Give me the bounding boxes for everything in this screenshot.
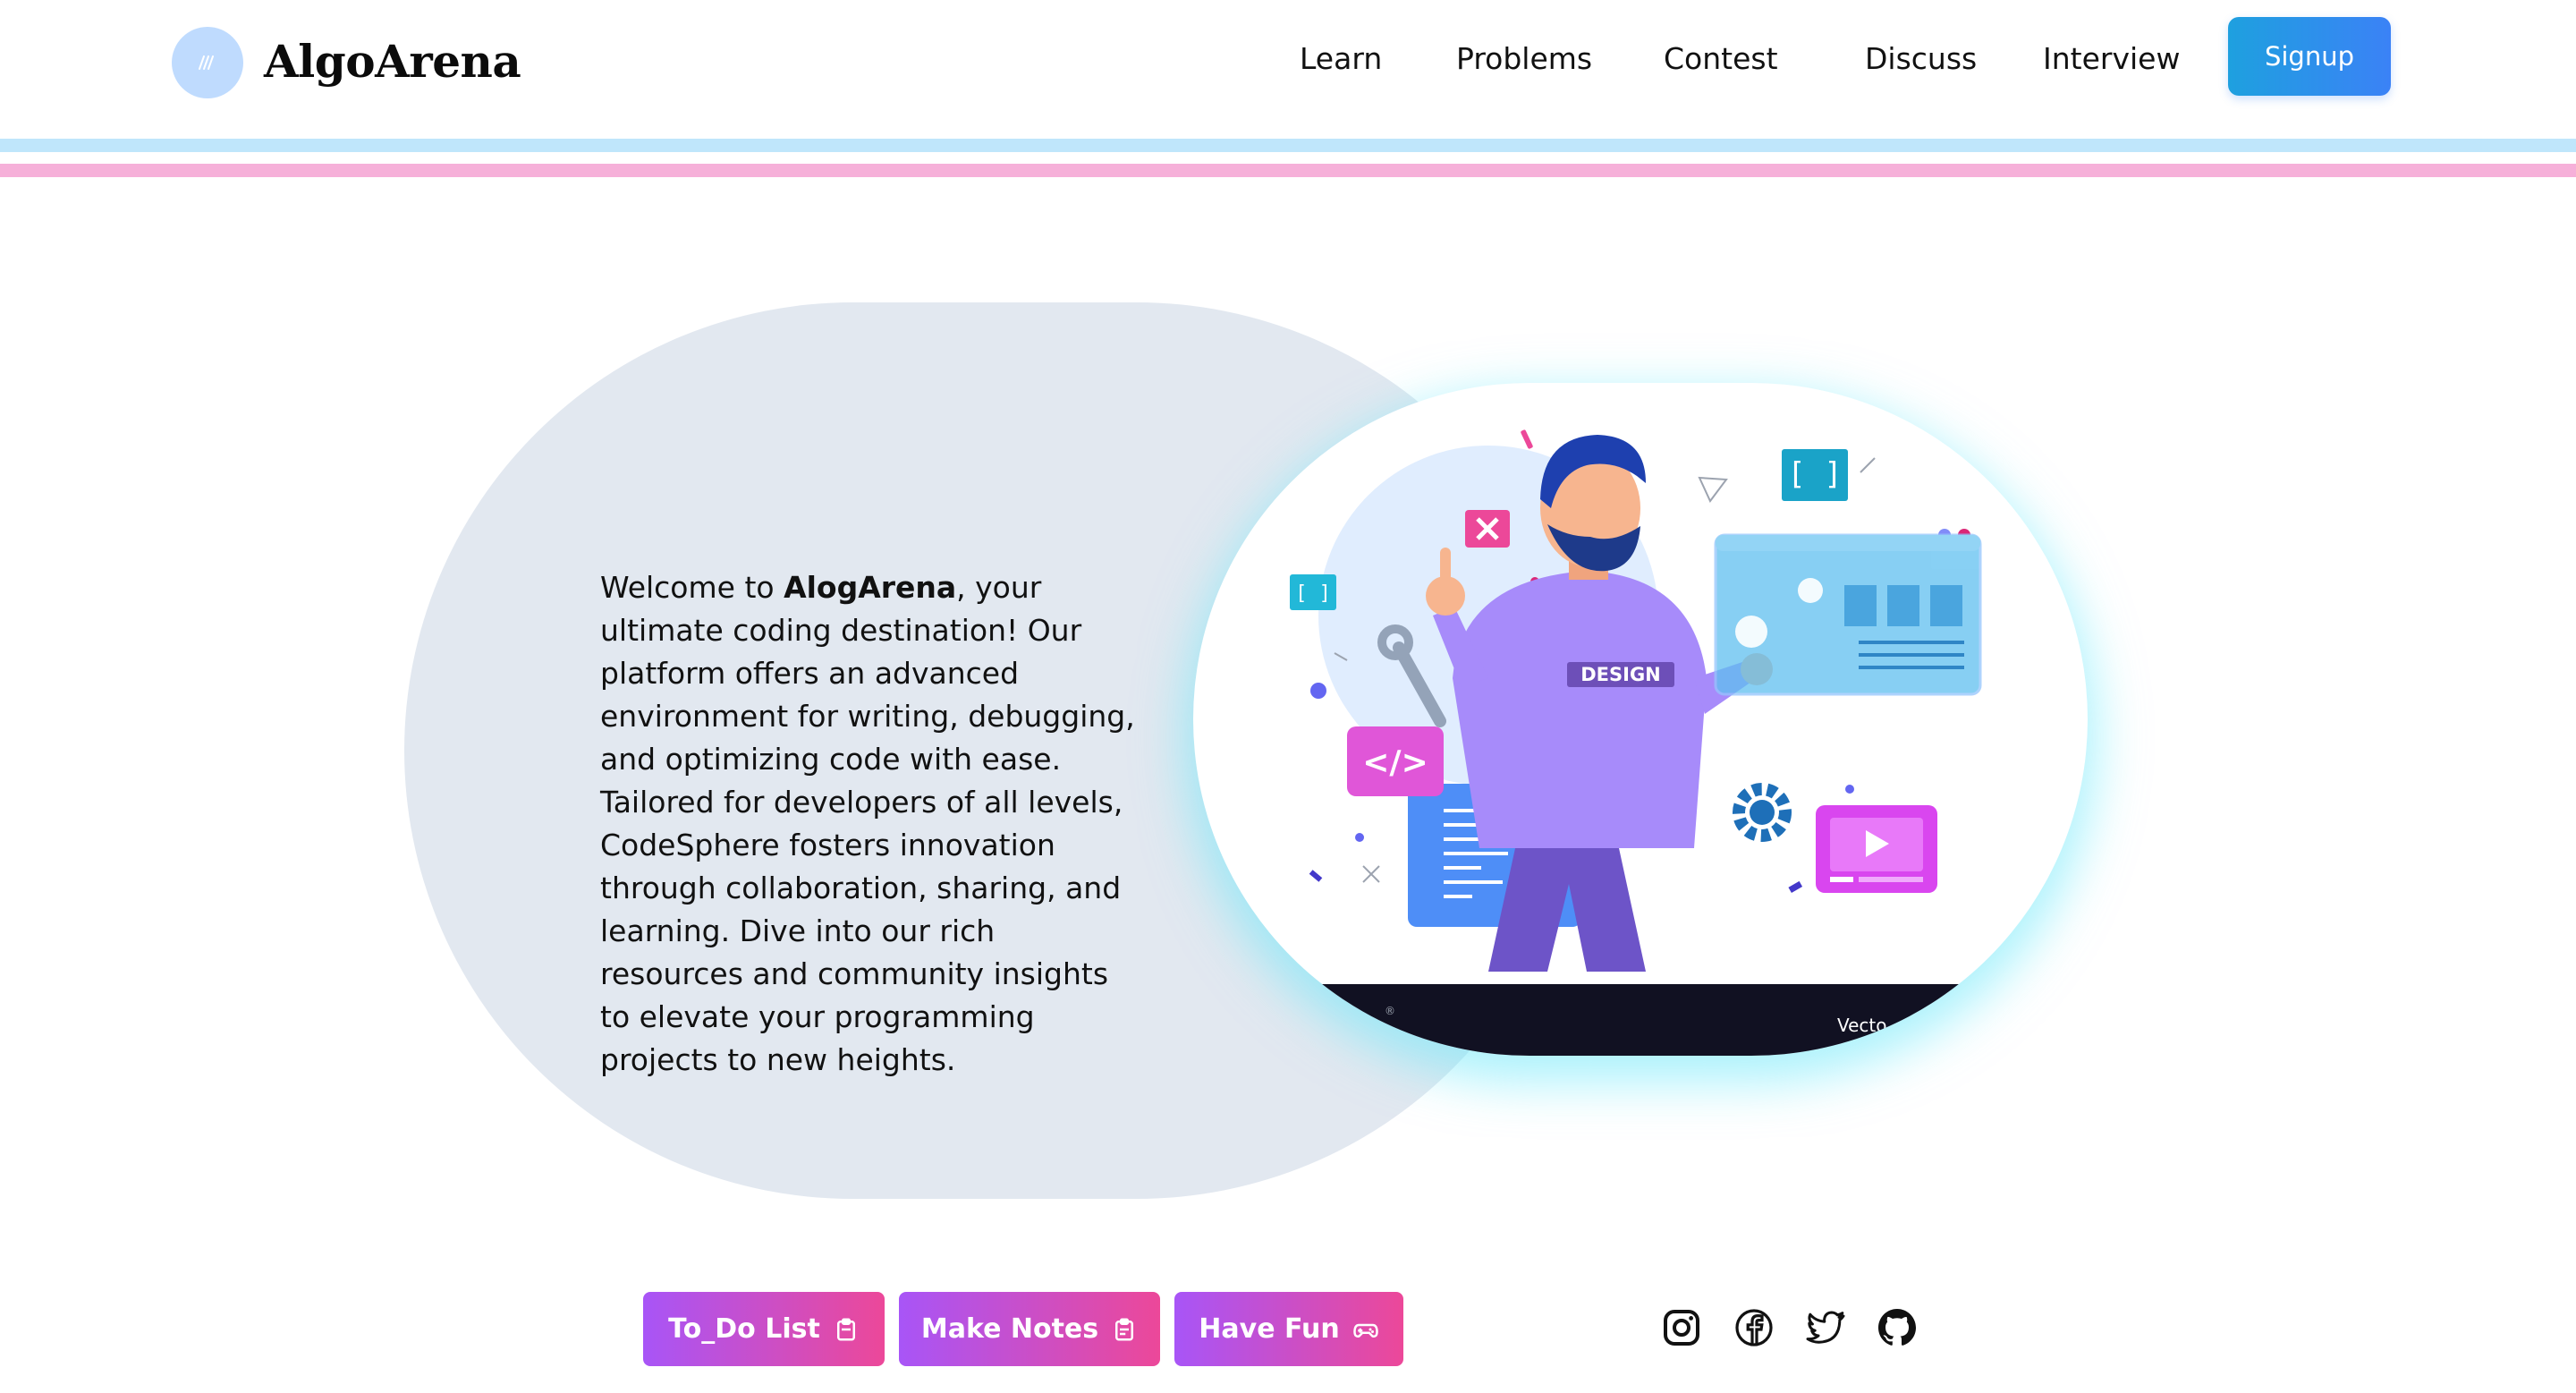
instagram-link[interactable]	[1660, 1306, 1703, 1349]
make-notes-label: Make Notes	[920, 1313, 1099, 1345]
developer-illustration: [ ] [ ] </> DESIGN ®	[1193, 429, 2088, 1056]
instagram-icon	[1664, 1310, 1699, 1346]
notes-icon	[1115, 1318, 1134, 1340]
twitter-link[interactable]	[1804, 1306, 1847, 1349]
github-link[interactable]	[1876, 1306, 1919, 1349]
svg-text:[ ]: [ ]	[1295, 582, 1331, 605]
nav-interview[interactable]: Interview	[2043, 39, 2180, 79]
github-icon	[1878, 1309, 1916, 1346]
facebook-icon	[1735, 1309, 1773, 1346]
intro-after: , your ultimate coding destination! Our …	[600, 570, 1135, 1077]
intro-before: Welcome to	[600, 570, 784, 605]
header-divider-blue	[0, 139, 2576, 152]
algoarena-logo-icon	[199, 55, 214, 70]
signup-button[interactable]: Signup	[2228, 17, 2391, 96]
intro-brand: AlogArena	[784, 570, 957, 605]
twitter-icon	[1806, 1311, 1845, 1344]
gamepad-icon	[1352, 1323, 1378, 1338]
svg-text:</>: </>	[1362, 744, 1428, 781]
logo-icon[interactable]	[172, 27, 243, 98]
svg-text:®: ®	[1385, 1005, 1395, 1017]
nav-contest[interactable]: Contest	[1664, 39, 1778, 79]
have-fun-label: Have Fun	[1199, 1313, 1340, 1345]
facebook-link[interactable]	[1733, 1306, 1775, 1349]
hero-illustration: [ ] [ ] </> DESIGN ® Vecto	[1193, 383, 2088, 1056]
nav-problems[interactable]: Problems	[1456, 39, 1592, 79]
nav-discuss[interactable]: Discuss	[1865, 39, 1977, 79]
make-notes-button[interactable]: Make Notes	[899, 1292, 1160, 1366]
clipboard-icon	[836, 1318, 855, 1340]
header-divider-pink	[0, 164, 2576, 177]
hero-intro-text: Welcome to AlogArena, your ultimate codi…	[600, 566, 1137, 1082]
design-badge-text: DESIGN	[1580, 664, 1661, 685]
svg-text:[ ]: [ ]	[1787, 456, 1842, 492]
brand-name[interactable]: AlgoArena	[264, 30, 521, 93]
illustration-caption: Vecto	[1837, 1015, 1887, 1036]
todo-list-button[interactable]: To_Do List	[643, 1292, 885, 1366]
nav-learn[interactable]: Learn	[1300, 39, 1382, 79]
todo-list-label: To_Do List	[668, 1313, 820, 1345]
have-fun-button[interactable]: Have Fun	[1174, 1292, 1403, 1366]
